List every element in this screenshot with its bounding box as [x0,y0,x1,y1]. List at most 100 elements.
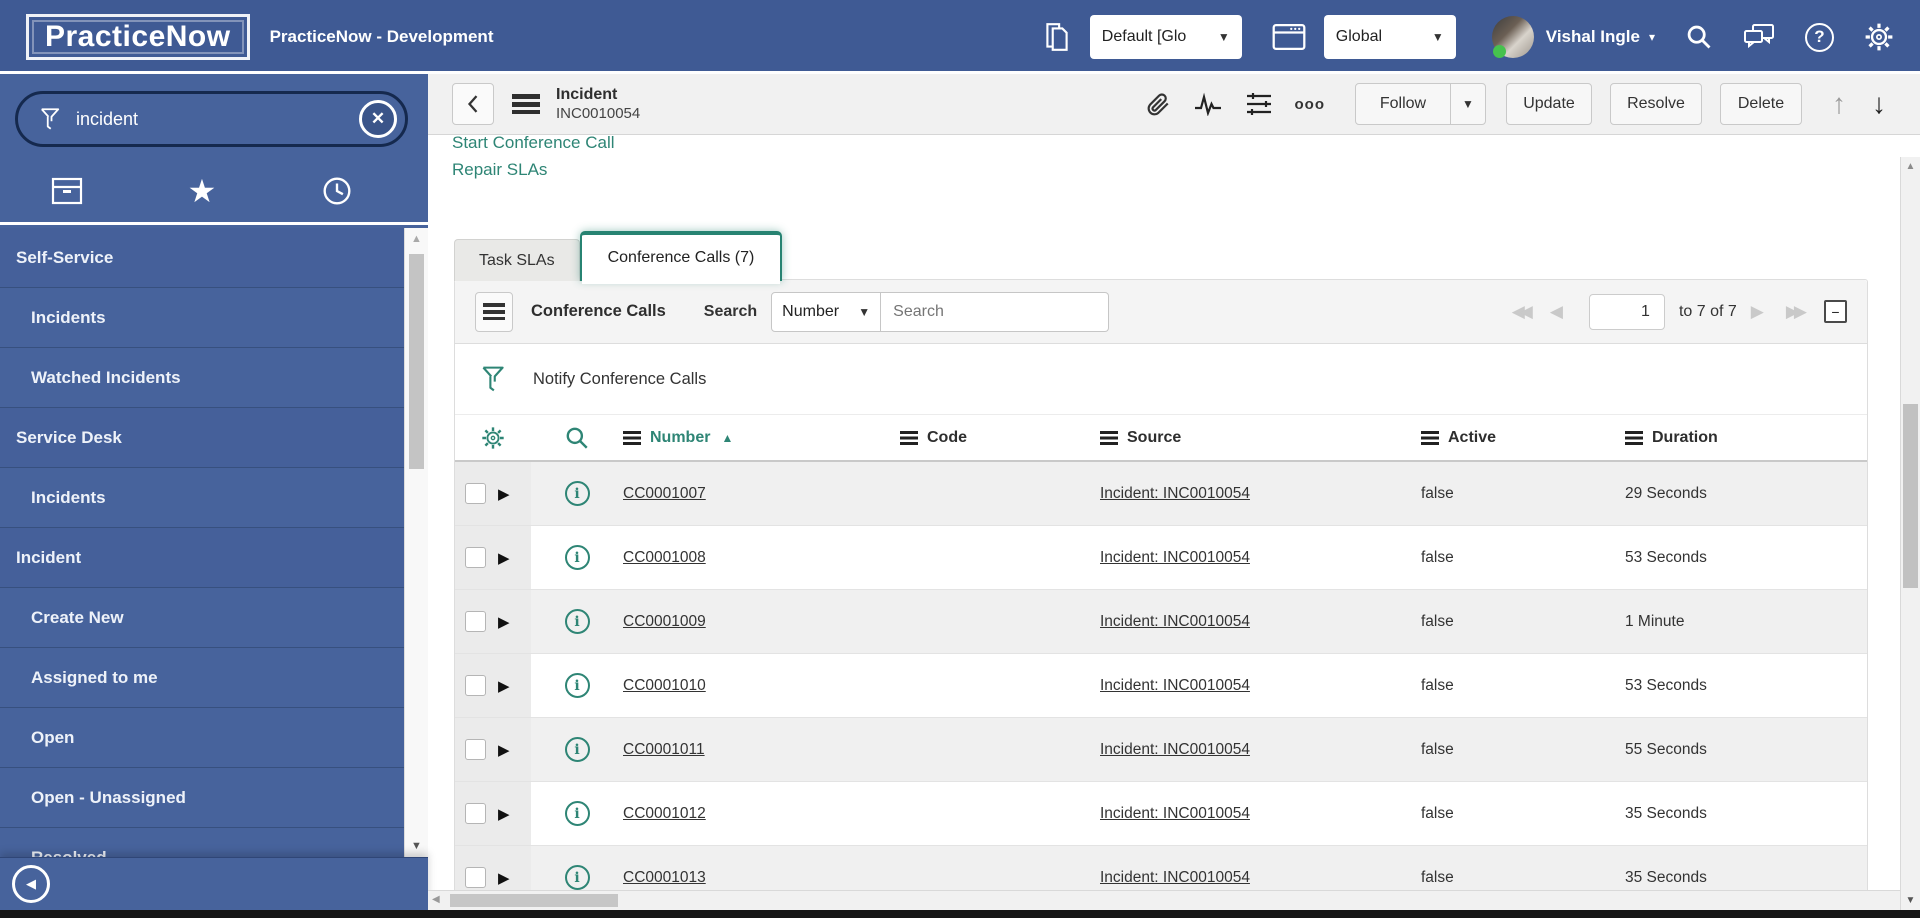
previous-record-icon[interactable]: ↑ [1832,88,1846,120]
chat-icon[interactable] [1743,23,1775,51]
back-button[interactable] [452,83,494,125]
filter-funnel-icon[interactable] [479,363,507,395]
info-icon[interactable]: i [564,609,590,634]
clear-filter-icon[interactable]: ✕ [359,100,397,138]
vertical-scrollbar-thumb[interactable] [1903,404,1918,588]
number-link[interactable]: CC0001007 [623,485,706,502]
play-icon[interactable]: ▶ [498,485,510,503]
row-checkbox[interactable] [465,611,486,632]
attachment-icon[interactable] [1145,91,1171,117]
minimize-list-icon[interactable]: − [1824,300,1847,323]
activity-stream-icon[interactable] [1193,92,1223,116]
scroll-down-icon[interactable]: ▼ [405,840,428,852]
tab-conference-calls[interactable]: Conference Calls (7) [579,231,783,284]
sidebar-nav-item[interactable]: Resolved [0,828,404,858]
sidebar-nav-item[interactable]: Self-Service [0,228,404,288]
column-menu-icon[interactable] [623,430,641,445]
resolve-button[interactable]: Resolve [1610,83,1702,125]
scroll-down-icon[interactable]: ▼ [1901,895,1920,906]
column-header-active[interactable]: Active [1421,429,1625,447]
column-menu-icon[interactable] [1100,430,1118,445]
info-icon[interactable]: i [564,801,590,826]
search-icon[interactable] [1685,23,1713,51]
logo[interactable]: PracticeNow [26,14,250,60]
source-link[interactable]: Incident: INC0010054 [1100,613,1250,630]
number-link[interactable]: CC0001012 [623,805,706,822]
next-record-icon[interactable]: ↓ [1872,88,1886,120]
number-link[interactable]: CC0001013 [623,869,706,886]
list-breadcrumb[interactable]: Notify Conference Calls [533,370,706,389]
info-icon[interactable]: i [564,737,590,762]
column-header-code[interactable]: Code [900,429,1100,447]
play-icon[interactable]: ▶ [498,677,510,695]
more-options-icon[interactable]: ooo [1295,96,1326,113]
source-link[interactable]: Incident: INC0010054 [1100,485,1250,502]
sidebar-scrollbar-thumb[interactable] [409,254,424,469]
play-icon[interactable]: ▶ [498,805,510,823]
info-icon[interactable]: i [564,865,590,890]
sidebar-scrollbar[interactable]: ▲ ▼ [404,228,428,857]
follow-caret-button[interactable]: ▼ [1450,83,1486,125]
tab-task-slas[interactable]: Task SLAs [454,239,580,281]
column-menu-icon[interactable] [900,430,918,445]
source-link[interactable]: Incident: INC0010054 [1100,805,1250,822]
last-page-icon[interactable]: ▶▶ [1786,302,1807,322]
application-picker[interactable]: Global ▼ [1323,15,1456,59]
info-icon[interactable]: i [564,673,590,698]
tab-history[interactable] [269,160,404,222]
help-icon[interactable]: ? [1805,22,1834,52]
previous-page-icon[interactable]: ◀ [1550,302,1563,322]
sidebar-nav-item[interactable]: Incident [0,528,404,588]
personalize-form-icon[interactable] [1245,91,1273,117]
follow-button[interactable]: Follow [1355,83,1451,125]
row-checkbox[interactable] [465,483,486,504]
source-link[interactable]: Incident: INC0010054 [1100,741,1250,758]
play-icon[interactable]: ▶ [498,613,510,631]
user-avatar[interactable] [1491,16,1534,58]
update-button[interactable]: Update [1506,83,1592,125]
sidebar-nav-item[interactable]: Incidents [0,468,404,528]
list-search-toggle-icon[interactable] [531,425,623,451]
info-icon[interactable]: i [564,481,590,506]
search-field-select[interactable]: Number ▼ [771,291,882,332]
first-page-icon[interactable]: ◀◀ [1512,302,1533,322]
number-link[interactable]: CC0001010 [623,677,706,694]
tab-favorites[interactable]: ★ [135,160,270,222]
list-search-input[interactable] [881,291,1110,332]
user-menu-caret-icon[interactable]: ▾ [1649,30,1655,44]
row-checkbox[interactable] [465,803,486,824]
play-icon[interactable]: ▶ [498,549,510,567]
column-header-duration[interactable]: Duration [1625,429,1867,447]
related-link-start-conference-call[interactable]: Start Conference Call [452,135,1920,156]
source-link[interactable]: Incident: INC0010054 [1100,869,1250,886]
user-name[interactable]: Vishal Ingle [1546,27,1640,47]
record-context-menu-icon[interactable] [512,94,540,114]
related-link-repair-slas[interactable]: Repair SLAs [452,156,1920,183]
play-icon[interactable]: ▶ [498,869,510,887]
page-number-input[interactable] [1588,293,1665,330]
scroll-up-icon[interactable]: ▲ [405,233,428,245]
scroll-left-icon[interactable]: ◀ [432,894,440,905]
scroll-up-icon[interactable]: ▲ [1901,161,1920,172]
number-link[interactable]: CC0001008 [623,549,706,566]
collapse-sidebar-button[interactable]: ◀ [12,865,50,903]
sidebar-nav-item[interactable]: Incidents [0,288,404,348]
sidebar-nav-item[interactable]: Watched Incidents [0,348,404,408]
update-set-picker[interactable]: Default [Glo ▼ [1089,15,1242,59]
number-link[interactable]: CC0001011 [623,741,705,758]
tab-all-applications[interactable] [0,160,135,222]
personalize-list-gear-icon[interactable] [455,425,531,451]
sidebar-nav-item[interactable]: Open [0,708,404,768]
list-context-menu-button[interactable] [475,291,513,332]
column-menu-icon[interactable] [1421,430,1439,445]
filter-navigator-input[interactable] [76,108,405,130]
vertical-scrollbar[interactable]: ▲ ▼ [1900,157,1920,910]
info-icon[interactable]: i [564,545,590,570]
horizontal-scrollbar-thumb[interactable] [450,894,618,907]
row-checkbox[interactable] [465,739,486,760]
row-checkbox[interactable] [465,675,486,696]
play-icon[interactable]: ▶ [498,741,510,759]
horizontal-scrollbar[interactable]: ◀ ▶ [428,890,1920,910]
column-header-source[interactable]: Source [1100,429,1421,447]
sidebar-nav-item[interactable]: Open - Unassigned [0,768,404,828]
